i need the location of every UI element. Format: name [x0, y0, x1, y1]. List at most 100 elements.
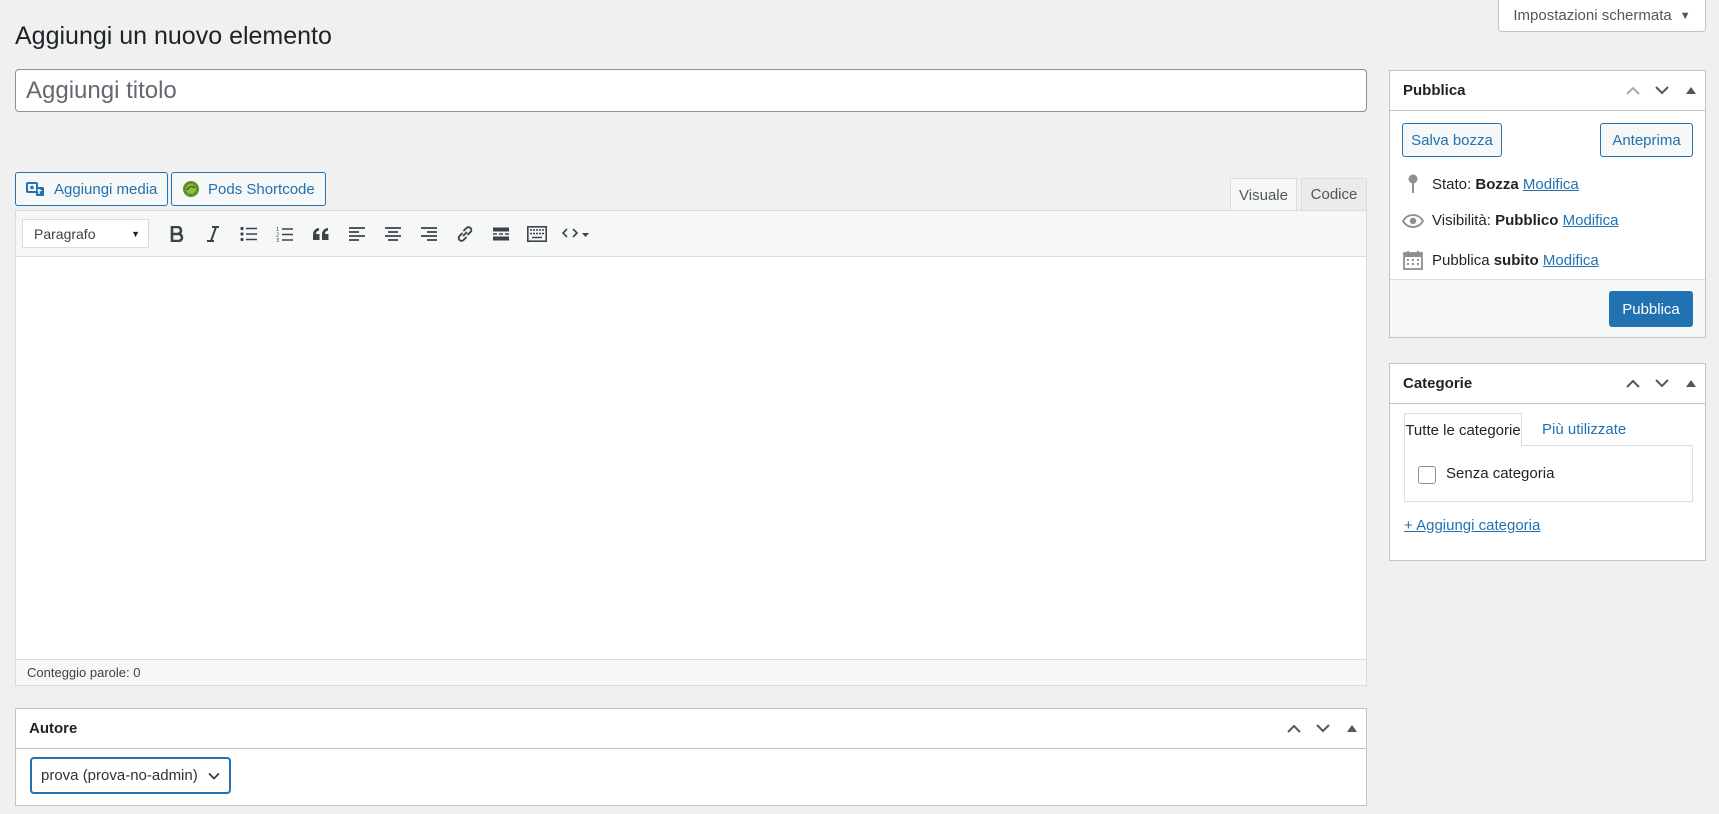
publish-box: Pubblica Salva bozza Anteprima Stato: Bo… — [1389, 70, 1706, 338]
publish-actions: Pubblica — [1390, 279, 1705, 337]
word-count-label: Conteggio parole: 0 — [27, 665, 141, 680]
add-media-button[interactable]: Aggiungi media — [15, 172, 169, 206]
tab-visual-label: Visuale — [1239, 187, 1288, 204]
move-up-button[interactable] — [1618, 366, 1647, 402]
pods-shortcode-button[interactable]: Pods Shortcode — [171, 172, 326, 206]
align-center-icon — [385, 226, 401, 241]
move-down-button[interactable] — [1647, 73, 1676, 109]
read-more-icon — [493, 227, 509, 240]
preview-button[interactable]: Anteprima — [1600, 123, 1693, 157]
content-editor: Paragrafo ▼ 123 Conteggio parole: 0 — [15, 210, 1367, 686]
move-up-button[interactable] — [1618, 73, 1647, 109]
visibility-value: Pubblico — [1495, 212, 1559, 229]
chevron-down-icon — [1654, 379, 1669, 388]
align-right-button[interactable] — [411, 219, 447, 249]
toggle-panel-button[interactable] — [1676, 366, 1705, 402]
align-left-button[interactable] — [339, 219, 375, 249]
toggle-panel-button[interactable] — [1337, 711, 1366, 747]
publish-button[interactable]: Pubblica — [1609, 291, 1693, 327]
preview-label: Anteprima — [1612, 131, 1681, 149]
category-list: Senza categoria — [1404, 445, 1693, 502]
screen-options-label: Impostazioni schermata — [1513, 7, 1672, 24]
word-count: Conteggio parole: 0 — [16, 659, 1366, 685]
publish-box-header: Pubblica — [1390, 71, 1705, 111]
chevron-down-icon — [1315, 724, 1330, 733]
add-category-link[interactable]: + Aggiungi categoria — [1404, 517, 1540, 534]
editor-content-area[interactable] — [16, 257, 1366, 660]
edit-status-link[interactable]: Modifica — [1523, 176, 1579, 193]
tab-code[interactable]: Codice — [1301, 178, 1367, 211]
toolbar-toggle-icon — [527, 225, 547, 242]
category-checkbox[interactable] — [1418, 466, 1436, 484]
publish-box-handles — [1618, 73, 1705, 109]
add-media-icon — [26, 182, 44, 196]
publish-box-title: Pubblica — [1403, 82, 1466, 99]
categories-box-title: Categorie — [1403, 375, 1473, 392]
triangle-up-icon — [1346, 725, 1357, 732]
title-input[interactable] — [15, 69, 1367, 112]
tab-code-label: Codice — [1310, 186, 1358, 203]
bulleted-list-button[interactable] — [231, 219, 267, 249]
categories-box-handles — [1618, 366, 1705, 402]
bold-button[interactable] — [159, 219, 195, 249]
schedule-label: Pubblica — [1432, 251, 1490, 269]
blockquote-button[interactable] — [303, 219, 339, 249]
move-down-button[interactable] — [1647, 366, 1676, 402]
edit-schedule-link[interactable]: Modifica — [1543, 252, 1599, 269]
pin-icon — [1402, 174, 1424, 194]
tab-all-categories[interactable]: Tutte le categorie — [1404, 413, 1522, 446]
eye-icon — [1402, 213, 1424, 228]
categories-box: Categorie Tutte le categorie Più utilizz… — [1389, 363, 1706, 561]
chevron-up-icon — [1625, 86, 1640, 95]
code-button[interactable] — [555, 219, 597, 249]
align-right-icon — [421, 226, 437, 241]
move-up-button[interactable] — [1279, 711, 1308, 747]
chevron-down-icon — [208, 772, 220, 780]
chevron-up-icon — [1286, 724, 1301, 733]
toggle-panel-button[interactable] — [1676, 73, 1705, 109]
calendar-icon — [1402, 250, 1424, 270]
triangle-up-icon — [1685, 380, 1696, 387]
author-box-header: Autore — [16, 709, 1366, 749]
blockquote-icon — [313, 227, 329, 240]
format-select[interactable]: Paragrafo ▼ — [22, 219, 149, 248]
schedule-value: subito — [1493, 251, 1539, 269]
page-title: Aggiungi un nuovo elemento — [15, 22, 332, 50]
save-draft-label: Salva bozza — [1411, 131, 1493, 149]
caret-down-icon: ▼ — [131, 228, 140, 239]
italic-button[interactable] — [195, 219, 231, 249]
author-select[interactable]: prova (prova-no-admin) — [31, 758, 230, 793]
bold-icon — [170, 225, 184, 242]
visibility-row: Visibilità: Pubblico Modifica — [1402, 212, 1618, 229]
code-icon — [562, 227, 589, 238]
tab-visual[interactable]: Visuale — [1230, 178, 1297, 212]
categories-box-header: Categorie — [1390, 364, 1705, 404]
italic-icon — [207, 225, 219, 242]
screen-options-button[interactable]: Impostazioni schermata ▼ — [1498, 0, 1706, 32]
edit-visibility-link[interactable]: Modifica — [1563, 212, 1619, 229]
format-select-value: Paragrafo — [34, 225, 96, 242]
pods-shortcode-label: Pods Shortcode — [208, 180, 315, 198]
numbered-list-button[interactable]: 123 — [267, 219, 303, 249]
tab-popular-categories-label: Più utilizzate — [1542, 421, 1627, 438]
author-box: Autore prova (prova-no-admin) — [15, 708, 1367, 806]
toolbar-toggle-button[interactable] — [519, 219, 555, 249]
author-box-title: Autore — [29, 720, 78, 737]
author-select-value: prova (prova-no-admin) — [41, 767, 198, 784]
save-draft-button[interactable]: Salva bozza — [1402, 123, 1502, 157]
link-button[interactable] — [447, 219, 483, 249]
tab-all-categories-label: Tutte le categorie — [1405, 421, 1521, 439]
status-label: Stato: — [1432, 175, 1472, 193]
bulleted-list-icon — [240, 226, 257, 241]
tab-popular-categories[interactable]: Più utilizzate — [1542, 413, 1626, 446]
editor-toolbar: Paragrafo ▼ 123 — [16, 211, 1366, 257]
chevron-up-icon — [1625, 379, 1640, 388]
align-center-button[interactable] — [375, 219, 411, 249]
triangle-up-icon — [1685, 87, 1696, 94]
status-value: Bozza — [1475, 175, 1519, 193]
move-down-button[interactable] — [1308, 711, 1337, 747]
visibility-label: Visibilità: — [1432, 212, 1491, 229]
read-more-button[interactable] — [483, 219, 519, 249]
status-row: Stato: Bozza Modifica — [1402, 174, 1579, 194]
svg-text:3: 3 — [276, 238, 279, 242]
